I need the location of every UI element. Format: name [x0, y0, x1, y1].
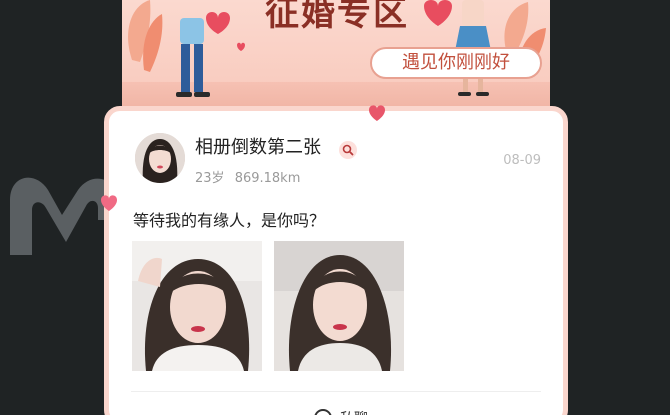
user-age: 23岁 — [195, 171, 225, 186]
avatar[interactable] — [135, 133, 185, 183]
divider — [131, 391, 541, 392]
banner-subtitle-pill[interactable]: 遇见你刚刚好 — [370, 47, 542, 79]
username[interactable]: 相册倒数第二张 — [195, 135, 321, 161]
search-badge[interactable] — [339, 141, 357, 159]
app-screen: 征婚专区 遇见你刚刚好 相册倒数第二张 23岁 869.18km 08-09 等… — [0, 0, 670, 415]
avatar-photo — [135, 133, 185, 183]
chat-icon — [314, 409, 332, 415]
post-photo[interactable] — [274, 241, 404, 371]
user-distance: 869.18km — [234, 171, 301, 186]
chat-label: 私聊 — [340, 408, 368, 415]
post-date: 08-09 — [503, 153, 541, 168]
search-icon — [342, 144, 354, 156]
marriage-banner[interactable]: 征婚专区 遇见你刚刚好 — [122, 0, 550, 112]
chat-button[interactable]: 私聊 — [314, 407, 368, 415]
post-card[interactable]: 相册倒数第二张 23岁 869.18km 08-09 等待我的有缘人，是你吗？ — [101, 105, 568, 415]
photo-image — [132, 241, 262, 371]
post-photo[interactable] — [132, 241, 262, 371]
user-meta: 23岁 869.18km — [195, 167, 306, 186]
heart-icon — [369, 105, 385, 121]
banner-title: 征婚专区 — [265, 0, 409, 34]
photo-image — [274, 241, 404, 371]
heart-icon — [101, 195, 117, 211]
post-text: 等待我的有缘人，是你吗？ — [133, 211, 326, 230]
